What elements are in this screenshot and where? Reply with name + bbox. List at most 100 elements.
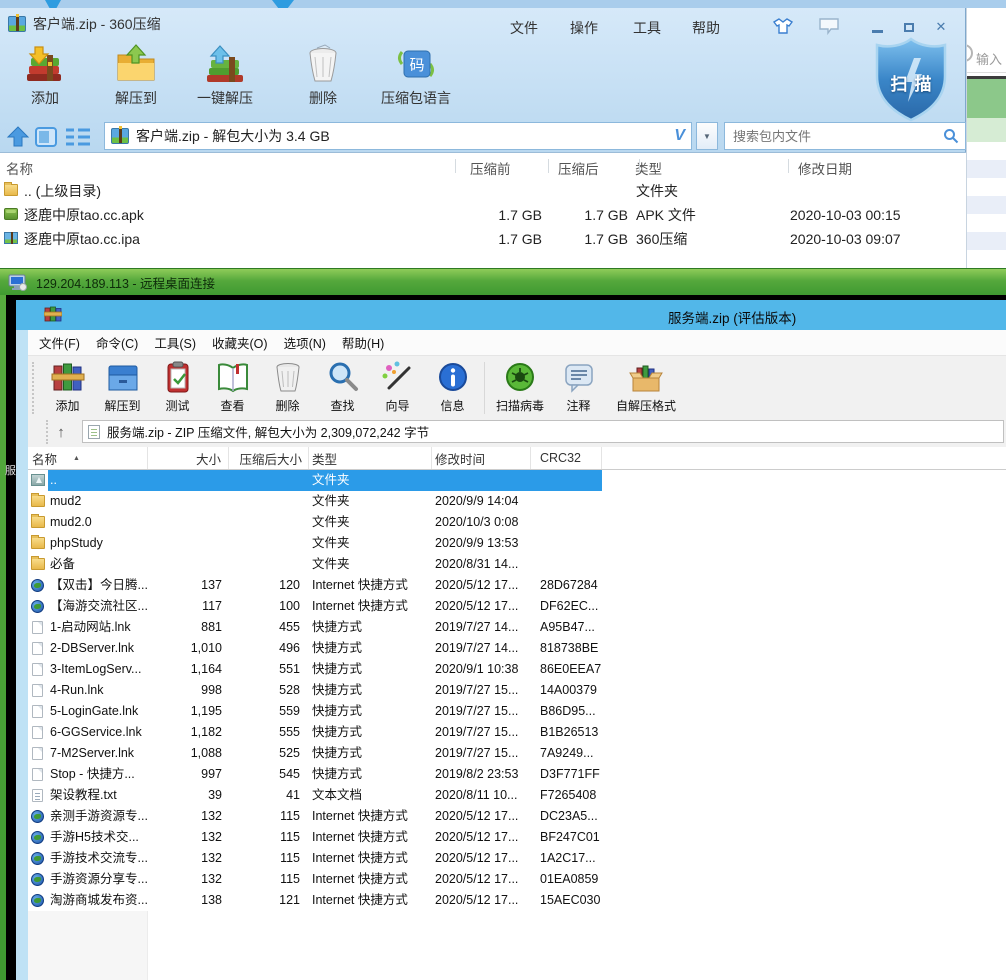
list-view-icon[interactable] xyxy=(64,125,92,149)
table-row[interactable]: 5-LoginGate.lnk 1,195 559 快捷方式 2019/7/27… xyxy=(28,701,1006,722)
table-row[interactable]: 必备 文件夹 2020/8/31 14... xyxy=(28,554,1006,575)
feedback-icon[interactable] xyxy=(818,17,840,35)
table-row[interactable]: 手游资源分享专... 132 115 Internet 快捷方式 2020/5/… xyxy=(28,869,1006,890)
search-input[interactable] xyxy=(731,128,943,145)
menu-options[interactable]: 选项(N) xyxy=(276,333,334,352)
rar-delete-button[interactable]: 删除 xyxy=(260,360,315,414)
menu-tools[interactable]: 工具 xyxy=(633,18,661,38)
file-modified: 2020/9/1 10:38 xyxy=(432,659,531,680)
file-type: 360压缩 xyxy=(628,227,790,251)
extract-to-button[interactable]: 解压到 xyxy=(100,42,172,108)
table-row[interactable]: 6-GGService.lnk 1,182 555 快捷方式 2019/7/27… xyxy=(28,722,1006,743)
table-row[interactable]: 1-启动网站.lnk 881 455 快捷方式 2019/7/27 14... … xyxy=(28,617,1006,638)
file-name: 亲测手游资源专... xyxy=(28,806,148,827)
col-after[interactable]: 压缩后 xyxy=(558,158,599,178)
col-crc32[interactable]: CRC32 xyxy=(531,447,602,469)
rar-find-button[interactable]: 查找 xyxy=(315,360,370,414)
table-row[interactable]: 亲测手游资源专... 132 115 Internet 快捷方式 2020/5/… xyxy=(28,806,1006,827)
delete-icon xyxy=(301,42,345,86)
table-row[interactable]: 3-ItemLogServ... 1,164 551 快捷方式 2020/9/1… xyxy=(28,659,1006,680)
menu-file[interactable]: 文件 xyxy=(510,18,538,38)
delete-button[interactable]: 删除 xyxy=(290,42,356,108)
rar-wizard-button[interactable]: 向导 xyxy=(370,360,425,414)
search-box[interactable] xyxy=(724,122,966,150)
col-name[interactable]: 名称▲ xyxy=(28,447,148,469)
rar-test-button[interactable]: 测试 xyxy=(150,360,205,414)
rar-sfx-button[interactable]: 自解压格式 xyxy=(606,360,686,414)
shirt-skin-icon[interactable] xyxy=(772,17,794,35)
panel-view-icon[interactable] xyxy=(34,125,58,149)
rar-comment-button[interactable]: 注释 xyxy=(551,360,606,414)
rar-add-button[interactable]: 添加 xyxy=(40,360,95,414)
file-crc32: DF62EC... xyxy=(531,596,602,617)
table-row[interactable]: 4-Run.lnk 998 528 快捷方式 2019/7/27 15... 1… xyxy=(28,680,1006,701)
file-crc32: 86E0EEA7 xyxy=(531,659,602,680)
file-name: phpStudy xyxy=(28,533,148,554)
col-type[interactable]: 类型 xyxy=(309,447,432,469)
table-row[interactable]: .. (上级目录) 文件夹 xyxy=(0,179,966,203)
menu-help[interactable]: 帮助(H) xyxy=(334,333,392,352)
col-modified[interactable]: 修改时间 xyxy=(432,447,531,469)
menu-tools[interactable]: 工具(S) xyxy=(146,333,204,352)
rdp-titlebar[interactable]: 129.204.189.113 - 远程桌面连接 xyxy=(0,268,1006,295)
rar-info-button[interactable]: 信息 xyxy=(425,360,480,414)
table-row[interactable]: 淘游商城发布资... 138 121 Internet 快捷方式 2020/5/… xyxy=(28,890,1006,911)
col-date[interactable]: 修改日期 xyxy=(798,158,852,178)
table-row[interactable]: 2-DBServer.lnk 1,010 496 快捷方式 2019/7/27 … xyxy=(28,638,1006,659)
winrar-titlebar[interactable]: 服务端.zip (评估版本) xyxy=(16,300,1006,330)
table-row[interactable]: 【海游交流社区... 117 100 Internet 快捷方式 2020/5/… xyxy=(28,596,1006,617)
scan-shield-button[interactable]: 扫描 xyxy=(872,36,950,124)
table-row[interactable]: mud2.0 文件夹 2020/10/3 0:08 xyxy=(28,512,1006,533)
col-size[interactable]: 大小 xyxy=(148,447,229,469)
up-icon[interactable] xyxy=(6,125,30,149)
rar-view-button[interactable]: 查看 xyxy=(205,360,260,414)
rar-wizard-icon xyxy=(381,360,415,396)
archive-language-button[interactable]: 码 压缩包语言 xyxy=(366,42,466,108)
file-modified: 2020/5/12 17... xyxy=(432,827,531,848)
table-row[interactable]: 逐鹿中原tao.cc.ipa 1.7 GB 1.7 GB 360压缩 2020-… xyxy=(0,227,966,251)
add-button[interactable]: 添加 xyxy=(14,42,76,108)
table-row[interactable]: 逐鹿中原tao.cc.apk 1.7 GB 1.7 GB APK 文件 2020… xyxy=(0,203,966,227)
window-title-360: 客户端.zip - 360压缩 xyxy=(8,14,161,34)
menu-favorites[interactable]: 收藏夹(O) xyxy=(204,333,276,352)
menu-operation[interactable]: 操作 xyxy=(570,18,598,38)
file-crc32 xyxy=(531,491,602,512)
table-row[interactable]: 手游H5技术交... 132 115 Internet 快捷方式 2020/5/… xyxy=(28,827,1006,848)
search-icon[interactable] xyxy=(943,128,959,144)
table-row[interactable]: 7-M2Server.lnk 1,088 525 快捷方式 2019/7/27 … xyxy=(28,743,1006,764)
col-packed[interactable]: 压缩后大小 xyxy=(229,447,309,469)
one-key-extract-button[interactable]: 一键解压 xyxy=(180,42,270,108)
menu-commands[interactable]: 命令(C) xyxy=(88,333,146,352)
table-row[interactable]: 手游技术交流专... 132 115 Internet 快捷方式 2020/5/… xyxy=(28,848,1006,869)
rdp-monitor-icon xyxy=(8,274,28,291)
close-button[interactable]: ✕ xyxy=(928,18,954,36)
table-row[interactable]: mud2 文件夹 2020/9/9 14:04 xyxy=(28,491,1006,512)
file-modified: 2019/7/27 15... xyxy=(432,701,531,722)
globe-icon xyxy=(31,600,44,613)
file-packed-size: 545 xyxy=(229,764,309,785)
table-row[interactable]: 架设教程.txt 39 41 文本文档 2020/8/11 10... F726… xyxy=(28,785,1006,806)
file-packed-size: 121 xyxy=(229,890,309,911)
col-name[interactable]: 名称 xyxy=(6,158,33,178)
toolbar-grip[interactable] xyxy=(32,362,40,414)
rar-extract-to-button[interactable]: 解压到 xyxy=(95,360,150,414)
minimize-button[interactable] xyxy=(864,18,890,36)
table-row[interactable]: 【双击】今日腾... 137 120 Internet 快捷方式 2020/5/… xyxy=(28,575,1006,596)
file-modified: 2019/7/27 14... xyxy=(432,638,531,659)
maximize-button[interactable] xyxy=(896,18,922,36)
rows-winrar: .. 文件夹 mud2 文件夹 xyxy=(28,470,1006,911)
table-row[interactable]: .. 文件夹 xyxy=(28,470,1006,491)
file-size: 39 xyxy=(148,785,229,806)
table-row[interactable]: phpStudy 文件夹 2020/9/9 13:53 xyxy=(28,533,1006,554)
menu-help[interactable]: 帮助 xyxy=(692,18,720,38)
winrar-address-bar[interactable]: 服务端.zip - ZIP 压缩文件, 解包大小为 2,309,072,242 … xyxy=(82,420,1004,443)
address-bar[interactable]: 客户端.zip - 解包大小为 3.4 GB V xyxy=(104,122,692,150)
rar-virusscan-button[interactable]: 扫描病毒 xyxy=(489,360,551,414)
table-row[interactable]: Stop - 快捷方... 997 545 快捷方式 2019/8/2 23:5… xyxy=(28,764,1006,785)
address-dropdown-button[interactable]: ▼ xyxy=(696,122,718,150)
name-column-shade xyxy=(28,911,148,980)
titlebar-360[interactable]: 客户端.zip - 360压缩 文件 操作 工具 帮助 ✕ xyxy=(0,8,965,38)
col-before[interactable]: 压缩前 xyxy=(470,158,511,178)
up-button[interactable]: ↑ xyxy=(46,420,74,444)
menu-file[interactable]: 文件(F) xyxy=(31,333,88,352)
